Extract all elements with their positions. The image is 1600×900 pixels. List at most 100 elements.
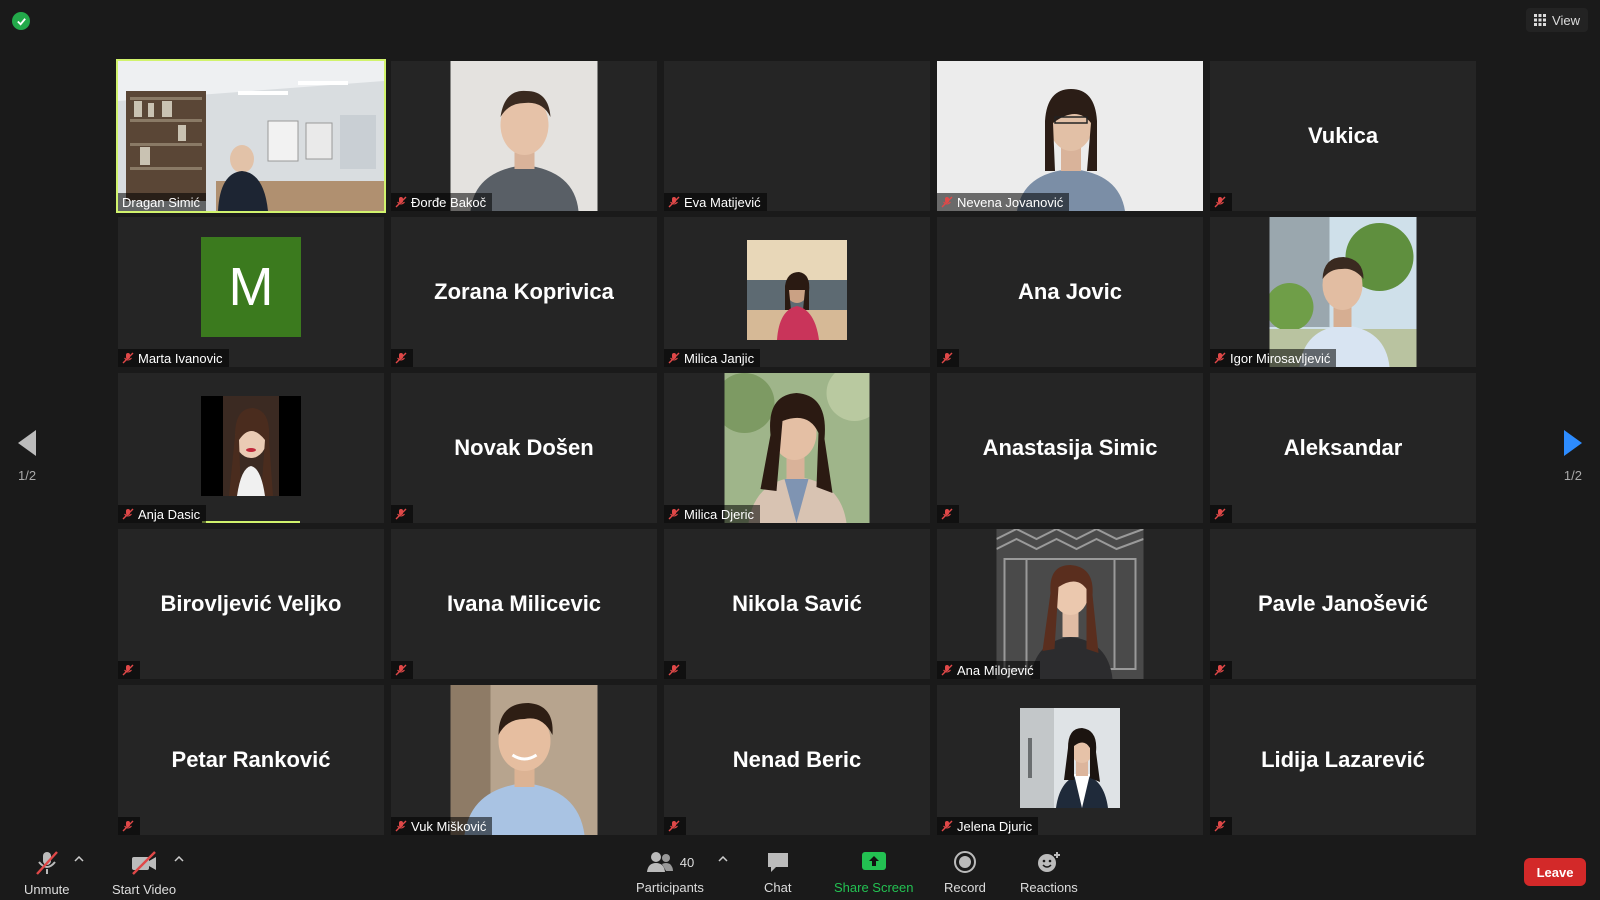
talking-indicator [202, 521, 300, 523]
participant-tile[interactable]: Jelena Djuric [937, 685, 1203, 835]
participant-tile[interactable]: Anja Dasic [118, 373, 384, 523]
leave-button[interactable]: Leave [1524, 858, 1586, 886]
reactions-button[interactable]: Reactions [1020, 850, 1078, 895]
participant-video [450, 685, 598, 835]
muted-mic-icon [122, 820, 134, 832]
participant-tile[interactable]: Eva Matijević [664, 61, 930, 211]
share-screen-button[interactable]: Share Screen [834, 850, 914, 895]
participant-tile[interactable]: Novak Došen [391, 373, 657, 523]
participant-tile[interactable]: Dragan Simić [116, 59, 386, 213]
audio-options-chevron-icon[interactable] [74, 856, 84, 862]
participant-nameplate: Milica Janjic [664, 349, 761, 367]
participant-nameplate: Milica Djeric [664, 505, 761, 523]
muted-mic-icon [668, 820, 680, 832]
participant-display-name: Pavle Janošević [1257, 591, 1428, 616]
participant-nameplate [1210, 193, 1232, 211]
participant-tile[interactable]: Nevena Jovanović [937, 61, 1203, 211]
muted-mic-icon [395, 820, 407, 832]
participant-name: Ana Milojević [957, 662, 1034, 678]
participant-name: Dragan Simić [122, 194, 201, 210]
muted-mic-icon [395, 352, 407, 364]
participant-name: Nevena Jovanović [957, 194, 1064, 210]
video-options-chevron-icon[interactable] [174, 856, 184, 862]
muted-mic-icon [668, 352, 680, 364]
participant-nameplate [937, 505, 959, 523]
reactions-emoji-icon [1037, 852, 1060, 872]
participant-tile[interactable]: Ana Milojević [937, 529, 1203, 679]
participants-icon [646, 852, 673, 872]
participant-name: Vuk Mišković [411, 818, 487, 834]
participant-name: Milica Djeric [684, 506, 755, 522]
participant-tile[interactable]: Đorđe Bakoč [391, 61, 657, 211]
participant-nameplate [664, 661, 686, 679]
participant-tile[interactable]: Milica Djeric [664, 373, 930, 523]
participant-nameplate: Anja Dasic [118, 505, 207, 523]
reactions-label: Reactions [1020, 880, 1078, 895]
participant-display-name: Zorana Koprivica [434, 279, 614, 304]
participant-tile[interactable]: Milica Janjic [664, 217, 930, 367]
participant-tile[interactable]: Vuk Mišković [391, 685, 657, 835]
participant-nameplate [391, 661, 413, 679]
profile-photo [201, 396, 301, 496]
participant-tile[interactable]: Petar Ranković [118, 685, 384, 835]
participant-nameplate: Marta Ivanovic [118, 349, 229, 367]
participant-tile[interactable]: M Marta Ivanovic [118, 217, 384, 367]
muted-mic-icon [122, 664, 134, 676]
meeting-toolbar: Unmute Start Video 40 Participants Chat [0, 842, 1600, 900]
participant-tile[interactable]: Birovljević Veljko [118, 529, 384, 679]
muted-mic-icon [1214, 820, 1226, 832]
participant-tile[interactable]: Anastasija Simic [937, 373, 1203, 523]
next-page-nav[interactable]: 1/2 [1564, 430, 1582, 483]
gallery-grid: Dragan Simić Đorđe Bakoč Eva Matijević N… [116, 59, 1480, 835]
participant-nameplate: Nevena Jovanović [937, 193, 1070, 211]
participant-tile[interactable]: Zorana Koprivica [391, 217, 657, 367]
record-button[interactable]: Record [944, 850, 986, 895]
participants-options-chevron-icon[interactable] [718, 856, 728, 862]
participant-tile[interactable]: Lidija Lazarević [1210, 685, 1476, 835]
grid-icon [1534, 14, 1547, 26]
participant-tile[interactable]: Pavle Janošević [1210, 529, 1476, 679]
participant-display-name: Aleksandar [1283, 435, 1403, 460]
participant-video [937, 61, 1203, 211]
participant-nameplate: Igor Mirosavljević [1210, 349, 1337, 367]
participant-nameplate: Jelena Djuric [937, 817, 1039, 835]
participant-name: Anja Dasic [138, 506, 201, 522]
participant-tile[interactable]: Vukica [1210, 61, 1476, 211]
participant-display-name: Ana Jovic [1018, 279, 1122, 304]
participant-display-name: Nikola Savić [732, 591, 862, 616]
participant-video [724, 373, 870, 523]
profile-photo [747, 240, 847, 340]
participant-nameplate: Ana Milojević [937, 661, 1040, 679]
muted-mic-icon [941, 196, 953, 208]
profile-photo [1020, 708, 1120, 808]
previous-page-nav[interactable]: 1/2 [18, 430, 36, 483]
muted-mic-icon [395, 196, 407, 208]
record-label: Record [944, 880, 986, 895]
unmute-button[interactable]: Unmute [24, 850, 70, 897]
participant-tile[interactable]: Nikola Savić [664, 529, 930, 679]
participant-tile[interactable]: Nenad Beric [664, 685, 930, 835]
participant-nameplate: Đorđe Bakoč [391, 193, 493, 211]
encryption-shield-icon[interactable] [12, 12, 30, 30]
participant-tile[interactable]: Aleksandar [1210, 373, 1476, 523]
start-video-label: Start Video [112, 882, 177, 897]
start-video-button[interactable]: Start Video [112, 850, 176, 897]
participants-button[interactable]: 40 Participants [636, 850, 704, 895]
participant-name: Eva Matijević [684, 194, 761, 210]
participant-nameplate [391, 349, 413, 367]
participant-nameplate [118, 817, 140, 835]
participant-nameplate: Dragan Simić [118, 193, 207, 211]
muted-mic-icon [941, 820, 953, 832]
chat-button[interactable]: Chat [764, 850, 791, 895]
participant-nameplate [391, 505, 413, 523]
participant-tile[interactable]: Ana Jovic [937, 217, 1203, 367]
participant-name: Jelena Djuric [957, 818, 1033, 834]
participant-tile[interactable]: Ivana Milicevic [391, 529, 657, 679]
muted-mic-icon [1214, 508, 1226, 520]
participant-display-name: Lidija Lazarević [1261, 747, 1425, 772]
participant-tile[interactable]: Igor Mirosavljević [1210, 217, 1476, 367]
chat-icon [767, 853, 788, 872]
share-screen-label: Share Screen [834, 880, 914, 895]
view-button[interactable]: View [1526, 8, 1588, 32]
participants-label: Participants [636, 880, 704, 895]
